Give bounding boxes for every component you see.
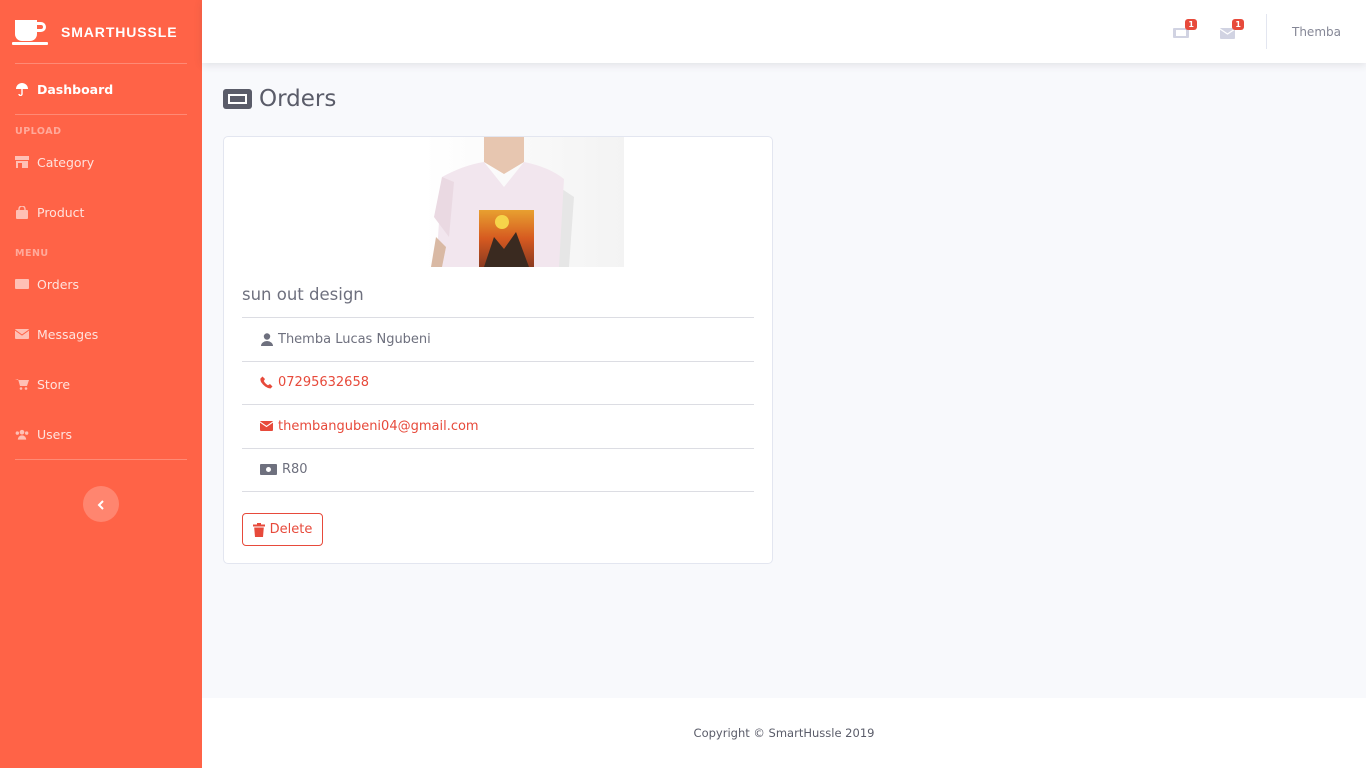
users-icon [15,427,29,441]
sidebar-item-label: Product [37,204,85,220]
trash-icon [252,522,265,537]
sidebar-toggle-button[interactable] [83,486,119,522]
brand-link[interactable]: SMARTHUSSLE [0,0,202,63]
email-item: thembangubeni04@gmail.com [242,405,754,449]
orders-count-badge: 1 [1185,19,1197,30]
email-link[interactable]: thembangubeni04@gmail.com [278,419,479,434]
customer-name: Themba Lucas Ngubeni [278,331,431,347]
page-title-text: Orders [259,86,337,112]
product-image [424,137,624,267]
umbrella-icon [15,82,29,96]
order-details-list: Themba Lucas Ngubeni 07295632658 themban… [242,317,754,492]
phone-link[interactable]: 07295632658 [278,375,369,390]
coffee-cup-icon [11,17,49,47]
page-title: Orders [223,86,336,112]
messages-alert-button[interactable]: 1 [1219,19,1244,39]
ticket-icon [223,89,252,109]
delete-label: Delete [269,522,313,537]
product-name: sun out design [242,285,364,304]
sidebar-item-label: Orders [37,276,80,292]
sidebar-item-label: Dashboard [37,81,114,97]
price: R80 [282,462,308,478]
customer-name-item: Themba Lucas Ngubeni [242,318,754,362]
sidebar-item-label: Users [37,426,73,442]
topbar: 1 1 Themba [202,0,1366,63]
user-icon [260,333,273,346]
brand-name: SMARTHUSSLE [61,23,178,40]
chevron-left-icon [97,495,105,514]
sidebar-item-store[interactable]: Store [0,359,202,409]
money-bill-icon [260,463,277,476]
sidebar-item-users[interactable]: Users [0,409,202,459]
delete-button[interactable]: Delete [242,513,323,546]
copyright-text: Copyright © SmartHussle 2019 [693,726,875,740]
sidebar-divider [15,459,187,460]
sidebar-heading-upload: UPLOAD [15,126,62,137]
footer: Copyright © SmartHussle 2019 [202,698,1366,768]
sidebar-item-orders[interactable]: Orders [0,259,202,309]
user-menu[interactable]: Themba [1292,25,1341,39]
envelope-icon [15,327,29,341]
sidebar: SMARTHUSSLE Dashboard UPLOAD Category Pr… [0,0,202,768]
topbar-divider [1266,14,1267,49]
ticket-icon [15,277,29,291]
phone-icon [260,376,273,389]
order-card: sun out design Themba Lucas Ngubeni 0729… [223,136,773,564]
sidebar-item-category[interactable]: Category [0,137,202,187]
envelope-icon [260,420,273,433]
sidebar-item-product[interactable]: Product [0,187,202,237]
cart-icon [15,377,29,391]
sidebar-item-label: Store [37,376,71,392]
sidebar-item-messages[interactable]: Messages [0,309,202,359]
sidebar-item-label: Category [37,154,95,170]
messages-count-badge: 1 [1232,19,1244,30]
shopping-bag-icon [15,205,29,219]
sidebar-item-label: Messages [37,326,99,342]
orders-alert-button[interactable]: 1 [1173,19,1197,38]
price-item: R80 [242,449,754,492]
sidebar-heading-menu: MENU [15,248,49,259]
store-icon [15,155,29,169]
phone-item: 07295632658 [242,362,754,405]
sidebar-item-dashboard[interactable]: Dashboard [0,64,202,114]
